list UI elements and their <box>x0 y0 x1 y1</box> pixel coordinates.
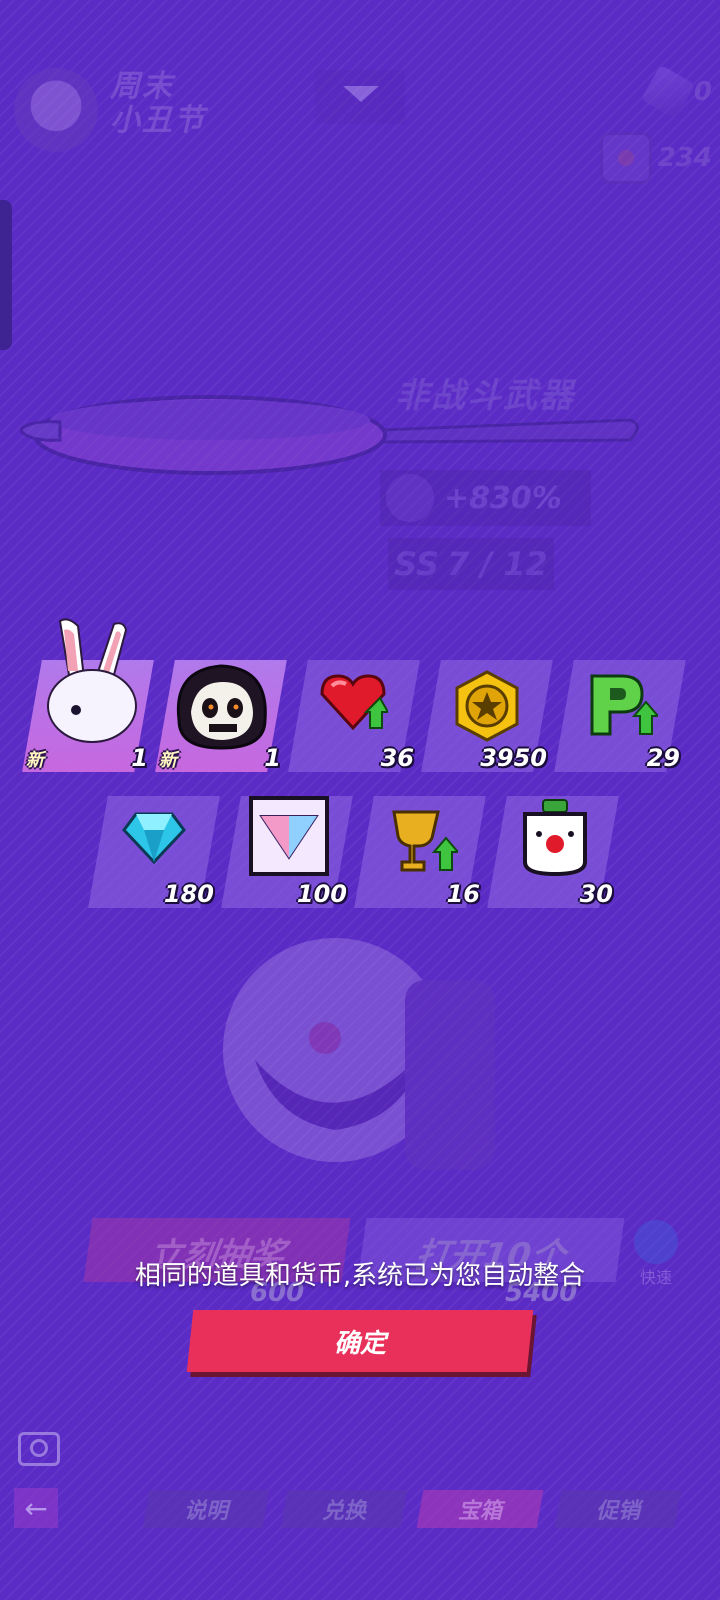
skull-hood-icon <box>176 664 267 750</box>
reward-item: 36 <box>288 658 420 774</box>
trophy-upgrade-icon <box>392 810 458 872</box>
clown-token-icon <box>599 132 652 184</box>
reward-qty: 3950 <box>480 744 547 772</box>
clown-mascot-image <box>223 938 495 1170</box>
reward-qty: 180 <box>163 880 214 908</box>
ruby-heart-upgrade-icon <box>320 674 388 731</box>
reward-item: 新 1 <box>22 618 154 774</box>
clown-token-icon <box>523 799 587 877</box>
reward-qty: 29 <box>646 744 680 772</box>
currency-cube: 0 <box>640 64 712 120</box>
gold-coin-icon <box>455 670 519 742</box>
reward-popup-screen: { "event": { "title_line1": "周末", "title… <box>0 0 720 1600</box>
reward-qty: 1 <box>264 744 281 772</box>
rank-grade: SS <box>394 545 439 583</box>
back-button[interactable]: ← <box>14 1488 58 1528</box>
reward-item: 30 <box>487 794 619 910</box>
rank-progress: 7 / 12 <box>446 545 548 583</box>
confirm-button[interactable]: 确定 <box>186 1310 534 1372</box>
event-title: 周末 小丑节 <box>110 70 206 138</box>
arrow-left-icon: ← <box>24 1491 48 1525</box>
tab-instructions[interactable]: 说明 <box>142 1490 270 1528</box>
new-badge: 新 <box>26 750 44 771</box>
purple-cube-icon <box>640 64 696 120</box>
reward-qty: 36 <box>380 744 414 772</box>
currency-cube-value: 0 <box>693 77 712 107</box>
tab-promotion[interactable]: 促销 <box>554 1490 682 1528</box>
blue-diamond-icon <box>122 812 186 864</box>
dropdown-toggle[interactable] <box>315 70 405 124</box>
weapon-rank: SS 7 / 12 <box>388 538 554 590</box>
prism-gem-card-icon <box>249 796 329 876</box>
reward-item: 新 1 <box>155 658 287 774</box>
tab-exchange[interactable]: 兑换 <box>280 1490 408 1528</box>
clown-face-icon <box>14 68 98 152</box>
event-title-line2: 小丑节 <box>110 103 206 138</box>
weapon-boost: +830% <box>380 470 591 526</box>
bunny-hat-icon <box>47 618 137 743</box>
new-badge: 新 <box>159 750 177 771</box>
tab-label: 宝箱 <box>457 1499 502 1524</box>
rank-p-upgrade-icon <box>590 674 658 736</box>
tab-label: 促销 <box>595 1499 640 1524</box>
reward-item: 180 <box>88 794 220 910</box>
reward-item: 29 <box>554 658 686 774</box>
tab-label: 兑换 <box>321 1499 366 1524</box>
tab-chest[interactable]: 宝箱 <box>416 1490 544 1528</box>
reward-qty: 100 <box>296 880 347 908</box>
reward-item: 3950 <box>421 658 553 774</box>
currency-token-value: 234 <box>657 143 712 173</box>
camera-icon[interactable] <box>18 1432 60 1466</box>
reward-qty: 1 <box>131 744 148 772</box>
weapon-type-label: 非战斗武器 <box>395 376 575 416</box>
event-logo[interactable]: 周末 小丑节 <box>14 62 244 152</box>
event-title-line1: 周末 <box>110 69 174 104</box>
reward-qty: 30 <box>579 880 613 908</box>
reward-item: 16 <box>354 794 486 910</box>
reward-qty: 16 <box>446 880 480 908</box>
clown-boost-icon <box>386 474 434 522</box>
confirm-label: 确定 <box>333 1328 386 1359</box>
side-tab[interactable] <box>0 200 12 350</box>
boost-value: +830% <box>444 480 562 516</box>
reward-item: 100 <box>221 794 353 910</box>
chevron-down-icon <box>343 86 379 102</box>
merge-notice: 相同的道具和货币,系统已为您自动整合 <box>134 1261 586 1291</box>
currency-token: 234 <box>599 132 712 184</box>
tab-label: 说明 <box>183 1499 228 1524</box>
